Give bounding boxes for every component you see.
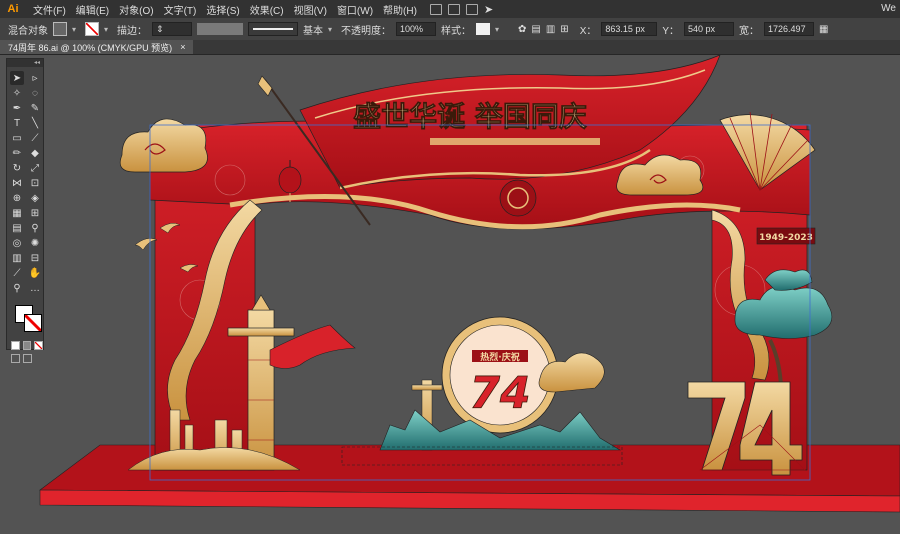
x-label: X： bbox=[579, 25, 597, 37]
stroke-swatch[interactable] bbox=[85, 22, 99, 36]
fill-dropdown-icon[interactable]: ▾ bbox=[72, 25, 80, 34]
curvature-tool-icon[interactable]: ✎ bbox=[28, 101, 42, 115]
pencil-tool-icon[interactable]: ✏ bbox=[10, 146, 24, 160]
bridge-icon[interactable] bbox=[429, 3, 442, 15]
workspace-switcher[interactable]: We bbox=[881, 3, 896, 14]
stock-icon[interactable] bbox=[447, 3, 460, 15]
menu-select[interactable]: 选择(S) bbox=[201, 2, 244, 17]
graph-tool-icon[interactable]: ▥ bbox=[10, 251, 24, 265]
opacity-label[interactable]: 不透明度： bbox=[341, 22, 391, 37]
selection-type-label: 混合对象 bbox=[8, 25, 48, 37]
draw-normal-icon[interactable] bbox=[11, 354, 20, 363]
transform-icon[interactable]: ⊞ bbox=[560, 24, 568, 35]
zoom-tool-icon[interactable]: ⚲ bbox=[10, 281, 24, 295]
graphic-style-swatch[interactable] bbox=[476, 23, 490, 35]
lasso-tool-icon[interactable]: ◌ bbox=[28, 86, 42, 100]
y-label: Y： bbox=[662, 25, 680, 37]
none-mode-icon[interactable] bbox=[34, 341, 44, 350]
brush-definition[interactable] bbox=[248, 22, 298, 36]
variable-width-profile[interactable] bbox=[197, 23, 243, 35]
document-tab-title: 74周年 86.ai @ 100% (CMYK/GPU 预览) bbox=[8, 42, 173, 53]
menu-type[interactable]: 文字(T) bbox=[159, 2, 202, 17]
opacity-field[interactable]: 100% bbox=[396, 22, 436, 36]
menu-window[interactable]: 窗口(W) bbox=[332, 2, 378, 17]
medallion-number: 74 bbox=[469, 368, 530, 419]
menu-file[interactable]: 文件(F) bbox=[28, 2, 71, 17]
menu-help[interactable]: 帮助(H) bbox=[378, 2, 422, 17]
menu-view[interactable]: 视图(V) bbox=[289, 2, 332, 17]
fill-stroke-widget[interactable] bbox=[11, 301, 43, 337]
x-field[interactable]: 863.15 px bbox=[601, 22, 658, 36]
width-tool-icon[interactable]: ⋈ bbox=[10, 176, 24, 190]
stroke-color-box[interactable] bbox=[24, 314, 42, 332]
stroke-style-dropdown-icon[interactable]: ▾ bbox=[328, 25, 336, 34]
align-icon[interactable]: ▤ bbox=[531, 24, 540, 35]
free-transform-tool-icon[interactable]: ⊡ bbox=[28, 176, 42, 190]
draw-mode-buttons bbox=[11, 354, 43, 363]
rotate-tool-icon[interactable]: ↻ bbox=[10, 161, 24, 175]
more-options-icon[interactable]: ▦ bbox=[819, 24, 828, 35]
tools-panel: ◂◂ ➤ ▹ ✧ ◌ ✒ ✎ T ╲ ▭ ⟋ ✏ ◆ ↻ ⤢ ⋈ ⊡ ⊕ ◈ ▦… bbox=[6, 58, 44, 363]
paintbrush-tool-icon[interactable]: ⟋ bbox=[28, 131, 42, 145]
document-tab[interactable]: 74周年 86.ai @ 100% (CMYK/GPU 预览) × bbox=[0, 40, 194, 54]
w-label: 宽： bbox=[739, 25, 760, 37]
live-paint-tool-icon[interactable]: ◈ bbox=[28, 191, 42, 205]
menu-object[interactable]: 对象(O) bbox=[114, 2, 158, 17]
stroke-weight-field[interactable]: ⇕ bbox=[152, 22, 192, 36]
stroke-dropdown-icon[interactable]: ▾ bbox=[104, 25, 112, 34]
gradient-tool-icon[interactable]: ▤ bbox=[10, 221, 24, 235]
document-tab-bar: 74周年 86.ai @ 100% (CMYK/GPU 预览) × bbox=[0, 40, 900, 55]
medallion-badge: 热烈·庆祝 bbox=[480, 351, 519, 363]
mesh-tool-icon[interactable]: ⊞ bbox=[28, 206, 42, 220]
blend-tool-icon[interactable]: ◎ bbox=[10, 236, 24, 250]
symbol-sprayer-tool-icon[interactable]: ✺ bbox=[28, 236, 42, 250]
hand-tool-icon[interactable]: ✋ bbox=[28, 266, 42, 280]
style-label: 样式： bbox=[441, 25, 471, 37]
control-bar: 混合对象 ▾ ▾ 描边： ⇕ 基本 ▾ 不透明度： 100% 样式： ▾ ✿ ▤… bbox=[0, 18, 900, 41]
line-tool-icon[interactable]: ╲ bbox=[28, 116, 42, 130]
magic-wand-tool-icon[interactable]: ✧ bbox=[10, 86, 24, 100]
app-logo: Ai bbox=[7, 3, 19, 15]
distribute-icon[interactable]: ▥ bbox=[546, 24, 555, 35]
menu-edit[interactable]: 编辑(E) bbox=[71, 2, 114, 17]
send-icon[interactable]: ➤ bbox=[484, 3, 493, 16]
eyedropper-tool-icon[interactable]: ⚲ bbox=[28, 221, 42, 235]
banner-title: 盛世华诞 举国同庆 bbox=[353, 100, 587, 133]
eraser-tool-icon[interactable]: ◆ bbox=[28, 146, 42, 160]
screen-mode-icon[interactable] bbox=[23, 354, 32, 363]
menu-bar: Ai 文件(F) 编辑(E) 对象(O) 文字(T) 选择(S) 效果(C) 视… bbox=[0, 0, 900, 18]
fill-swatch[interactable] bbox=[53, 22, 67, 36]
rectangle-tool-icon[interactable]: ▭ bbox=[10, 131, 24, 145]
cloud-left bbox=[119, 118, 208, 173]
tools-panel-collapse-icon[interactable]: ◂◂ bbox=[7, 59, 43, 67]
close-tab-icon[interactable]: × bbox=[180, 42, 185, 52]
artboard-tool-icon[interactable]: ⊟ bbox=[28, 251, 42, 265]
style-dropdown-icon[interactable]: ▾ bbox=[495, 25, 503, 34]
arrange-documents-icon[interactable] bbox=[465, 3, 478, 15]
artboard-canvas[interactable]: 盛世华诞 举国同庆 1949-2023 热烈·庆祝 74 bbox=[0, 0, 900, 534]
menu-effect[interactable]: 效果(C) bbox=[245, 2, 289, 17]
direct-selection-tool-icon[interactable]: ▹ bbox=[28, 71, 42, 85]
round-ornament bbox=[499, 179, 537, 217]
slice-tool-icon[interactable]: ⟋ bbox=[10, 266, 24, 280]
stroke-style-label: 基本 bbox=[303, 25, 323, 37]
shape-builder-tool-icon[interactable]: ⊕ bbox=[10, 191, 24, 205]
side-tag-text: 1949-2023 bbox=[759, 233, 813, 243]
y-field[interactable]: 540 px bbox=[684, 22, 735, 36]
recolor-icon[interactable]: ✿ bbox=[518, 24, 526, 35]
perspective-grid-tool-icon[interactable]: ▦ bbox=[10, 206, 24, 220]
gradient-mode-icon[interactable] bbox=[22, 341, 32, 350]
selection-tool-icon[interactable]: ➤ bbox=[10, 71, 24, 85]
type-tool-icon[interactable]: T bbox=[10, 116, 24, 130]
scale-tool-icon[interactable]: ⤢ bbox=[28, 161, 42, 175]
pen-tool-icon[interactable]: ✒ bbox=[10, 101, 24, 115]
color-mode-icon[interactable] bbox=[11, 341, 20, 350]
banner-subtitle-bar bbox=[430, 138, 600, 145]
color-mode-buttons bbox=[11, 341, 44, 350]
edit-toolbar-icon[interactable]: … bbox=[28, 281, 42, 295]
w-field[interactable]: 1726.497 bbox=[764, 22, 815, 36]
stroke-label: 描边： bbox=[117, 25, 147, 37]
